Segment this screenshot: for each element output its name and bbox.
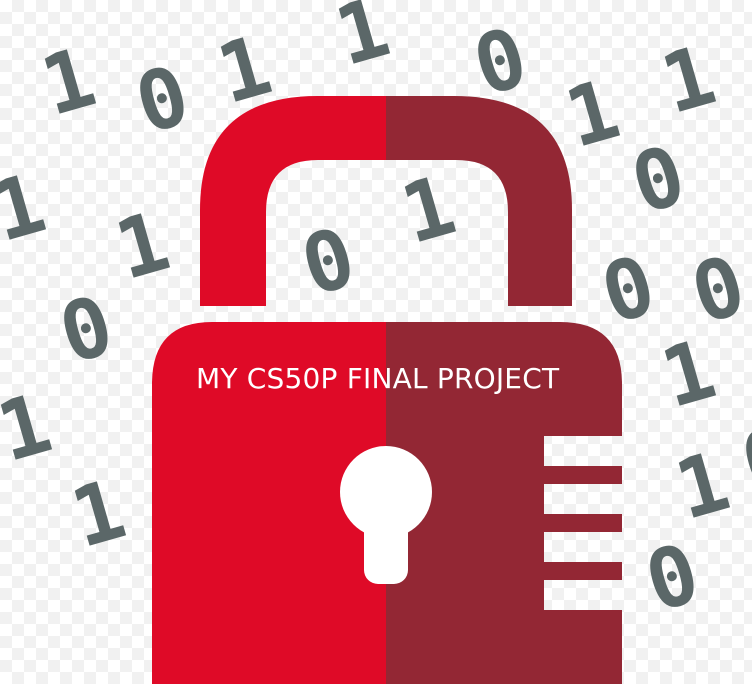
shackle-right [386,96,572,306]
shackle-left [200,96,386,306]
padlock-icon [152,96,622,684]
page-title: MY CS50P FINAL PROJECT [196,362,560,395]
cover-image: 1 0 1 1 0 1 1 0 1 0 1 0 1 0 0 0 1 1 1 1 … [0,0,752,684]
